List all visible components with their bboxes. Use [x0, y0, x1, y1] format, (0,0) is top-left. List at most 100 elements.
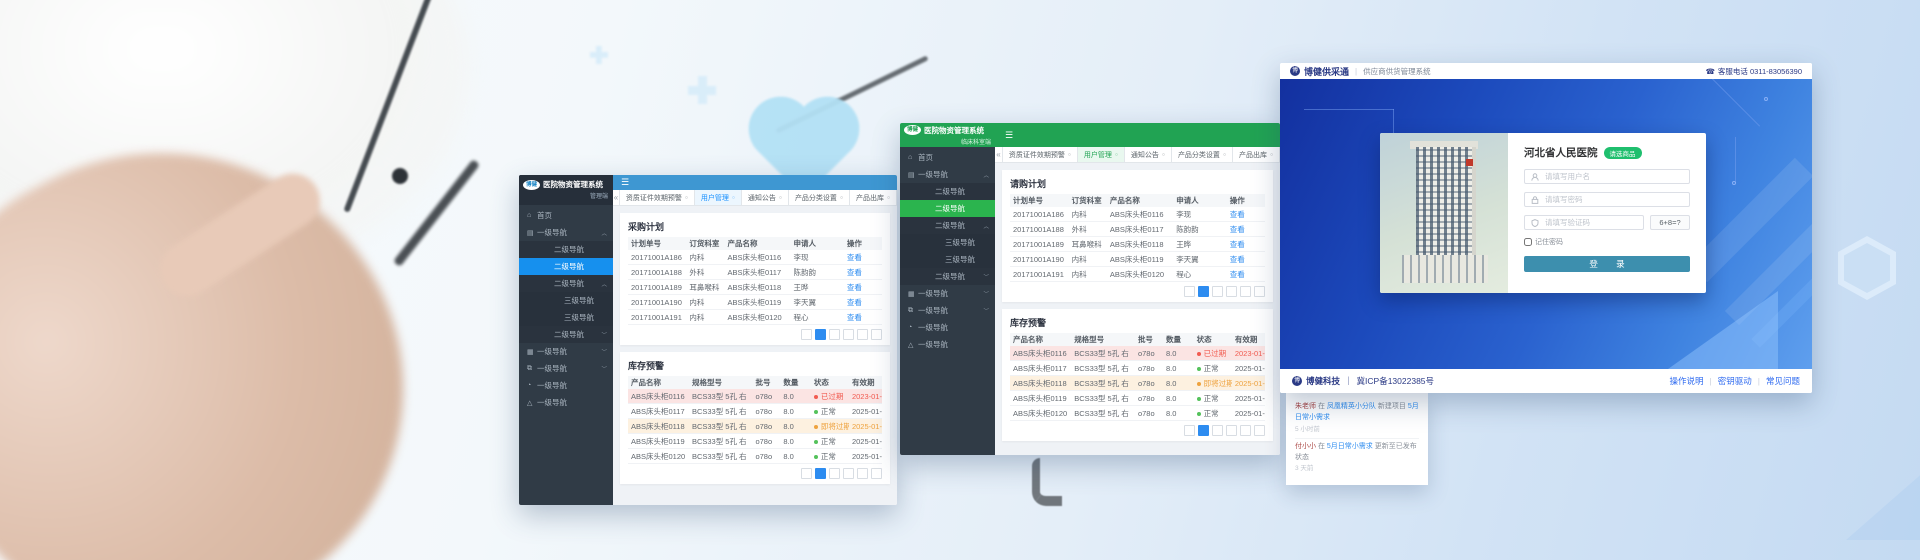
sidebar-item[interactable]: ⌂ 首页	[519, 207, 613, 224]
page-button[interactable]	[857, 468, 868, 479]
sidebar-item[interactable]: 二级导航	[900, 200, 995, 217]
tab-refresh-icon[interactable]: ○	[732, 195, 735, 201]
footer-link-faq[interactable]: 常见问题	[1766, 375, 1800, 387]
sidebar-item[interactable]: 二级导航 ︿	[519, 275, 613, 292]
page-tab[interactable]: 产品出库 ○	[850, 190, 897, 205]
page-tab[interactable]: 通知公告 ○	[1125, 147, 1172, 162]
sidebar-item[interactable]: ⧉ 一级导航 ﹀	[519, 360, 613, 377]
password-input[interactable]	[1543, 194, 1683, 205]
tab-refresh-icon[interactable]: ○	[685, 195, 688, 201]
status-badge: 即将过期	[811, 421, 849, 432]
sidebar-item[interactable]: ▤ 一级导航 ︿	[519, 224, 613, 241]
view-link[interactable]: 查看	[844, 312, 882, 323]
sidebar-item[interactable]: 三级导航	[900, 234, 995, 251]
sidebar-item[interactable]: ⌂ 首页	[900, 149, 995, 166]
view-link[interactable]: 查看	[844, 267, 882, 278]
footer-link-help[interactable]: 操作说明	[1670, 375, 1704, 387]
captcha-question[interactable]: 6+8=?	[1650, 215, 1690, 230]
page-button[interactable]	[843, 329, 854, 340]
page-button[interactable]	[1212, 425, 1223, 436]
tabs-scroll-icon[interactable]: «	[613, 190, 620, 205]
sidebar-item[interactable]: 二级导航 ﹀	[519, 326, 613, 343]
page-button[interactable]	[871, 468, 882, 479]
sidebar-item[interactable]: ▦ 一级导航 ﹀	[900, 285, 995, 302]
view-link[interactable]: 查看	[1227, 254, 1265, 265]
sidebar-item[interactable]: ◔ 一级导航	[519, 377, 613, 394]
view-link[interactable]: 查看	[844, 252, 882, 263]
tab-refresh-icon[interactable]: ○	[840, 195, 843, 201]
activity-user[interactable]: 付小小	[1295, 443, 1316, 450]
page-tab[interactable]: 产品分类设置 ○	[789, 190, 850, 205]
page-button[interactable]	[1212, 286, 1223, 297]
sidebar-item[interactable]: 二级导航	[519, 258, 613, 275]
tab-refresh-icon[interactable]: ○	[1270, 152, 1273, 158]
username-input[interactable]	[1543, 171, 1683, 182]
page-button[interactable]	[1198, 286, 1209, 297]
page-button[interactable]	[829, 468, 840, 479]
sidebar-item-label: 一级导航	[537, 227, 567, 238]
page-button[interactable]	[815, 329, 826, 340]
page-button[interactable]	[815, 468, 826, 479]
sidebar-item[interactable]: △ 一级导航	[519, 394, 613, 411]
sidebar-item[interactable]: 三级导航	[900, 251, 995, 268]
page-button[interactable]	[1240, 286, 1251, 297]
page-button[interactable]	[1198, 425, 1209, 436]
page-tab[interactable]: 通知公告 ○	[742, 190, 789, 205]
sidebar-item[interactable]: 二级导航	[900, 183, 995, 200]
page-tab[interactable]: 产品出库 ○	[1233, 147, 1280, 162]
sidebar-item[interactable]: ▤ 一级导航 ︿	[900, 166, 995, 183]
page-tab[interactable]: 资质证件效期预警 ○	[1003, 147, 1078, 162]
page-button[interactable]	[801, 468, 812, 479]
view-link[interactable]: 查看	[1227, 269, 1265, 280]
activity-user[interactable]: 朱老师	[1295, 403, 1316, 410]
login-button[interactable]: 登 录	[1524, 256, 1690, 272]
captcha-input[interactable]	[1543, 217, 1637, 228]
app-logo-block: 博健 医院物资管理系统 管理端	[519, 175, 613, 205]
page-button[interactable]	[1184, 425, 1195, 436]
pagination	[628, 464, 882, 479]
page-button[interactable]	[1254, 425, 1265, 436]
sidebar-item[interactable]: 三级导航	[519, 292, 613, 309]
menu-fold-icon[interactable]: ☰	[621, 177, 629, 187]
status-dot-icon	[1197, 397, 1201, 401]
sidebar-item[interactable]: 二级导航 ︿	[900, 217, 995, 234]
tab-refresh-icon[interactable]: ○	[1162, 152, 1165, 158]
page-tab[interactable]: 用户管理 ○	[1078, 147, 1125, 162]
view-link[interactable]: 查看	[844, 297, 882, 308]
activity-link[interactable]: 5月日常小需求	[1327, 443, 1373, 450]
page-button[interactable]	[1254, 286, 1265, 297]
activity-link[interactable]: 凤凰精英小分队	[1327, 403, 1376, 410]
view-link[interactable]: 查看	[1227, 239, 1265, 250]
sidebar-item[interactable]: ⧉ 一级导航 ﹀	[900, 302, 995, 319]
tabs-scroll-icon[interactable]: «	[995, 147, 1003, 162]
remember-checkbox[interactable]	[1524, 238, 1532, 246]
footer-link-key-driver[interactable]: 密钥驱动	[1718, 375, 1752, 387]
sidebar-item[interactable]: ▦ 一级导航 ﹀	[519, 343, 613, 360]
sidebar-item[interactable]: 三级导航	[519, 309, 613, 326]
page-button[interactable]	[801, 329, 812, 340]
page-button[interactable]	[857, 329, 868, 340]
sidebar-item[interactable]: ◔ 一级导航	[900, 319, 995, 336]
view-link[interactable]: 查看	[1227, 224, 1265, 235]
view-link[interactable]: 查看	[1227, 209, 1265, 220]
page-tab[interactable]: 产品分类设置 ○	[1172, 147, 1233, 162]
page-button[interactable]	[1226, 425, 1237, 436]
page-button[interactable]	[1240, 425, 1251, 436]
tab-refresh-icon[interactable]: ○	[887, 195, 890, 201]
page-tab[interactable]: 用户管理 ○	[695, 190, 742, 205]
tab-refresh-icon[interactable]: ○	[779, 195, 782, 201]
sidebar-item[interactable]: △ 一级导航	[900, 336, 995, 353]
page-button[interactable]	[871, 329, 882, 340]
page-tab[interactable]: 资质证件效期预警 ○	[620, 190, 695, 205]
tab-refresh-icon[interactable]: ○	[1068, 152, 1071, 158]
tab-refresh-icon[interactable]: ○	[1223, 152, 1226, 158]
page-button[interactable]	[843, 468, 854, 479]
sidebar-item[interactable]: 二级导航	[519, 241, 613, 258]
sidebar-item[interactable]: 二级导航 ﹀	[900, 268, 995, 285]
view-link[interactable]: 查看	[844, 282, 882, 293]
page-button[interactable]	[829, 329, 840, 340]
page-button[interactable]	[1226, 286, 1237, 297]
page-button[interactable]	[1184, 286, 1195, 297]
menu-fold-icon[interactable]: ☰	[1005, 130, 1013, 141]
tab-refresh-icon[interactable]: ○	[1115, 152, 1118, 158]
